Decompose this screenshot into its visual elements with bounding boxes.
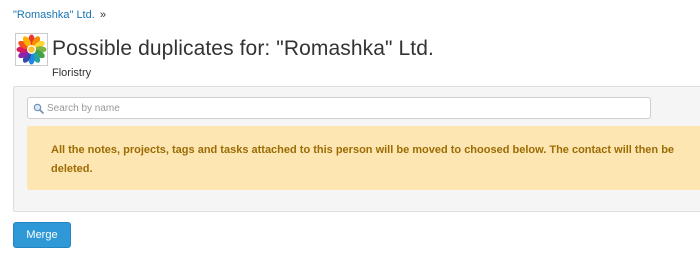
- daisy-logo-icon: [15, 33, 48, 66]
- merge-button[interactable]: Merge: [13, 222, 71, 248]
- merge-warning-text: All the notes, projects, tags and tasks …: [51, 144, 675, 175]
- duplicates-panel: All the notes, projects, tags and tasks …: [13, 86, 700, 212]
- breadcrumb-separator: »: [99, 9, 106, 21]
- search-input[interactable]: [47, 102, 647, 114]
- breadcrumb-company-link[interactable]: "Romashka" Ltd.: [13, 9, 95, 21]
- merge-warning-alert: All the notes, projects, tags and tasks …: [27, 126, 700, 190]
- company-industry: Floristry: [52, 67, 92, 79]
- search-icon: [32, 102, 45, 115]
- breadcrumb: "Romashka" Ltd. »: [13, 9, 106, 21]
- page-title: Possible duplicates for: "Romashka" Ltd.: [52, 37, 434, 60]
- search-box: [27, 97, 651, 119]
